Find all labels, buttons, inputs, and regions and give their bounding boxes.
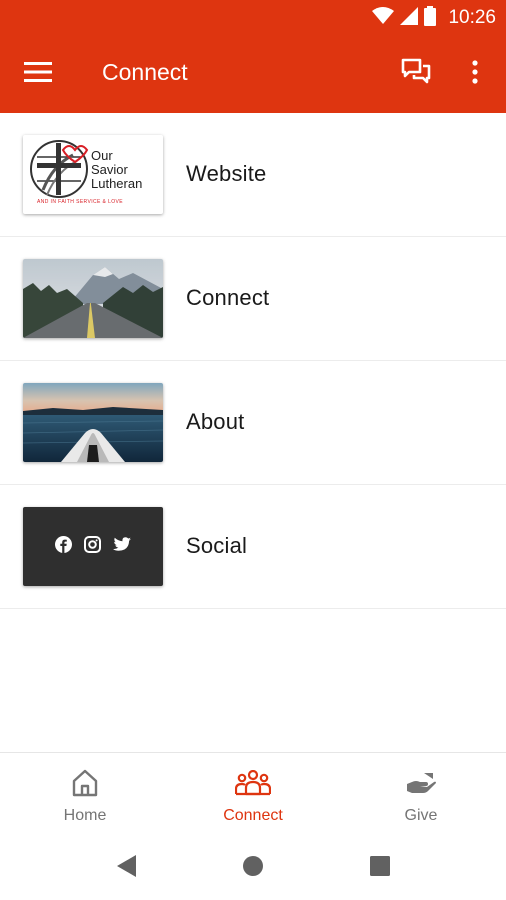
status-icons: 10:26 (372, 5, 496, 31)
logo-text-line-1: Our (91, 148, 113, 163)
app-bar: Connect (0, 36, 506, 113)
menu-icon (24, 61, 52, 88)
list-item-label: Social (186, 533, 248, 558)
status-bar: 10:26 (0, 0, 506, 36)
list-item-label: About (186, 409, 245, 434)
list-item-label: Website (186, 161, 267, 186)
kayak-lake-photo (23, 383, 163, 462)
menu-button[interactable] (18, 56, 58, 92)
nav-label-give: Give (404, 807, 438, 824)
facebook-icon (55, 535, 72, 558)
back-button[interactable] (110, 852, 142, 884)
list-item-connect[interactable]: Connect (0, 237, 506, 361)
status-time: 10:26 (448, 7, 496, 28)
nav-label-connect: Connect (223, 807, 283, 824)
nav-tab-home[interactable]: Home (1, 753, 169, 837)
list-item-social[interactable]: Social (0, 485, 506, 609)
back-triangle-icon (115, 854, 137, 883)
instagram-icon (84, 535, 101, 558)
home-system-button[interactable] (237, 852, 269, 884)
home-circle-icon (242, 855, 264, 882)
more-options-button[interactable] (460, 56, 490, 92)
home-icon (72, 769, 98, 797)
list-item-website[interactable]: Our Savior Lutheran AND IN FAITH SERVICE… (0, 113, 506, 237)
recents-button[interactable] (364, 852, 396, 884)
recents-square-icon (370, 855, 390, 881)
give-icon (406, 769, 436, 797)
battery-icon (424, 5, 437, 31)
nav-tab-give[interactable]: Give (337, 753, 505, 837)
people-icon (235, 769, 271, 797)
list-item-about[interactable]: About (0, 361, 506, 485)
social-icons-tile (23, 507, 163, 586)
more-vert-icon (472, 59, 478, 89)
chat-button[interactable] (396, 56, 436, 92)
logo-text-line-2: Savior (91, 162, 128, 177)
logo-tagline: AND IN FAITH SERVICE & LOVE (37, 199, 124, 205)
bottom-navigation: Home Connect Give (0, 752, 506, 836)
mountain-road-photo (23, 259, 163, 338)
nav-label-home: Home (63, 807, 107, 824)
twitter-icon (113, 536, 131, 557)
connect-list: Our Savior Lutheran AND IN FAITH SERVICE… (0, 113, 506, 609)
nav-tab-connect[interactable]: Connect (169, 753, 337, 837)
page-title: Connect (102, 59, 188, 85)
logo-text-line-3: Lutheran (91, 176, 143, 191)
list-item-label: Connect (186, 285, 270, 310)
chat-icon (401, 58, 431, 91)
wifi-icon (372, 6, 395, 30)
system-navigation-bar (0, 836, 506, 900)
signal-icon (400, 6, 419, 30)
website-thumbnail: Our Savior Lutheran AND IN FAITH SERVICE… (23, 135, 163, 214)
